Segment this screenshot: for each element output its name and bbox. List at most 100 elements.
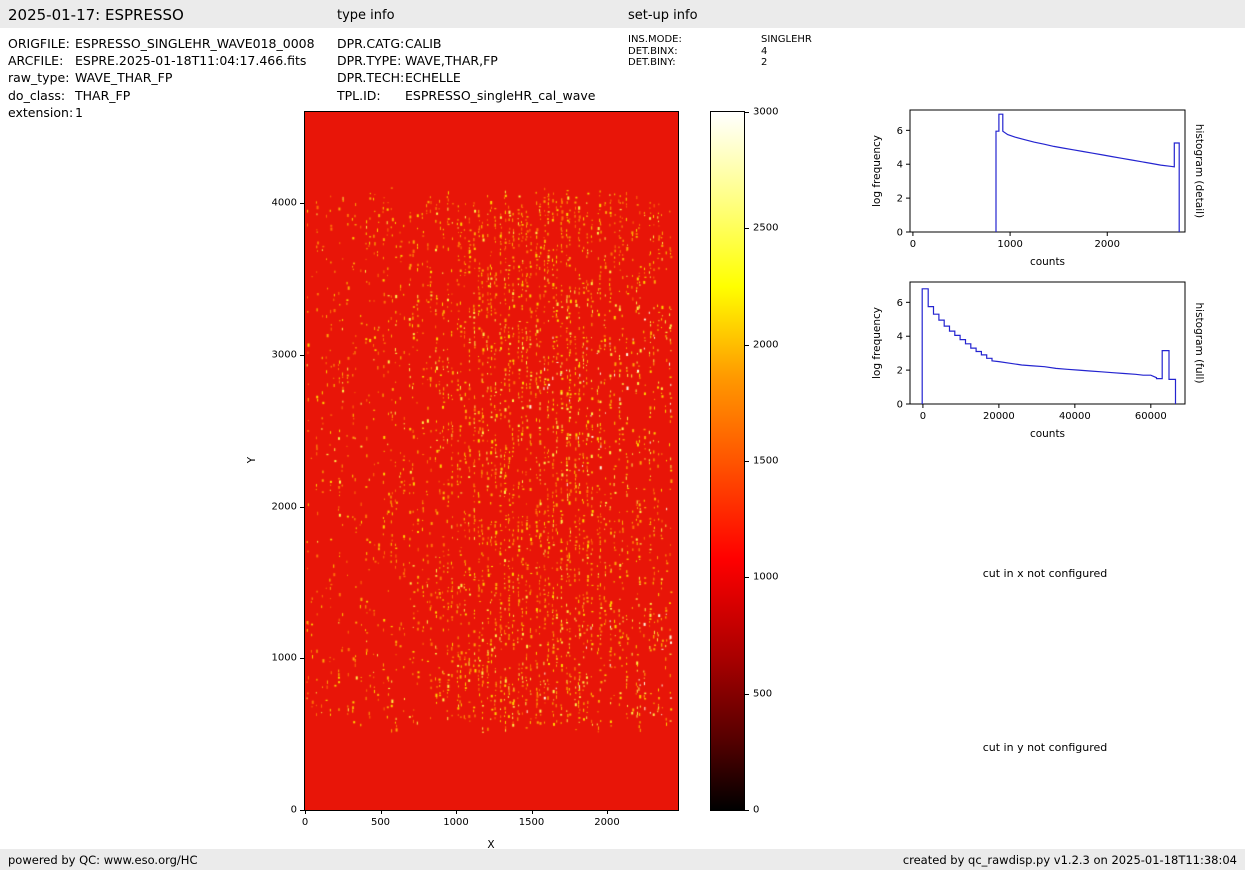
colorbar-tick — [745, 345, 749, 346]
right-axis-label: histogram (full) — [1193, 303, 1205, 384]
x-tick-label: 60000 — [1135, 411, 1167, 422]
meta-value: CALIB — [405, 35, 442, 52]
colorbar-tick-label: 2500 — [753, 223, 778, 234]
footer-bar: powered by QC: www.eso.org/HC created by… — [0, 849, 1245, 870]
y-tick-label: 2 — [897, 194, 903, 205]
cut-in-x-message: cut in x not configured — [983, 567, 1108, 580]
meta-value: 4 — [761, 46, 767, 58]
plot-frame — [910, 282, 1185, 404]
histogram-line — [996, 114, 1179, 232]
meta-key: do_class: — [8, 87, 75, 104]
meta-row: ARCFILE:ESPRE.2025-01-18T11:04:17.466.fi… — [8, 52, 315, 69]
setup-info-metadata: INS.MODE:SINGLEHR DET.BINX:4 DET.BINY:2 — [628, 34, 812, 69]
meta-key: extension: — [8, 104, 75, 121]
y-tick-label: 6 — [897, 126, 903, 137]
detector-y-axis-label: Y — [246, 457, 258, 463]
meta-row: DET.BINX:4 — [628, 46, 812, 58]
y-axis-label: log frequency — [871, 135, 883, 207]
meta-value: WAVE_THAR_FP — [75, 69, 172, 86]
y-tick-label: 0 — [291, 805, 297, 816]
y-tick-label: 4 — [897, 332, 903, 343]
meta-key: DPR.TYPE: — [337, 52, 405, 69]
meta-row: DPR.TYPE:WAVE,THAR,FP — [337, 52, 595, 69]
x-tick-label: 1000 — [997, 239, 1022, 250]
meta-key: DET.BINY: — [628, 57, 761, 69]
histogram-detail-plot: 0 1000 2000 0 2 4 6 counts log frequency histogra… — [865, 100, 1210, 275]
x-tick-label: 0 — [910, 239, 916, 250]
meta-key: ARCFILE: — [8, 52, 75, 69]
plot-frame — [910, 110, 1185, 232]
x-tick-label: 0 — [302, 817, 308, 828]
x-axis-label: counts — [1030, 256, 1065, 268]
colorbar-tick — [745, 577, 749, 578]
meta-row: extension:1 — [8, 104, 315, 121]
colorbar-tick-label: 2000 — [753, 339, 778, 350]
y-tick-label: 4000 — [272, 198, 297, 209]
qc-report-page: 2025-01-17: ESPRESSO type info set-up in… — [0, 0, 1245, 870]
x-tick-label: 1000 — [443, 817, 468, 828]
y-tick-label: 2 — [897, 366, 903, 377]
x-axis-label: counts — [1030, 428, 1065, 440]
meta-row: DPR.TECH:ECHELLE — [337, 69, 595, 86]
colorbar-tick-label: 3000 — [753, 107, 778, 118]
meta-row: ORIGFILE:ESPRESSO_SINGLEHR_WAVE018_0008 — [8, 35, 315, 52]
meta-value: 2 — [761, 57, 767, 69]
meta-row: do_class:THAR_FP — [8, 87, 315, 104]
meta-key: INS.MODE: — [628, 34, 761, 46]
meta-value: 1 — [75, 104, 83, 121]
x-tick-label: 20000 — [983, 411, 1015, 422]
y-tick-label: 2000 — [272, 501, 297, 512]
meta-value: SINGLEHR — [761, 34, 812, 46]
y-axis-label: log frequency — [871, 307, 883, 379]
right-axis-label: histogram (detail) — [1193, 124, 1205, 218]
meta-row: TPL.ID:ESPRESSO_singleHR_cal_wave — [337, 87, 595, 104]
colorbar-tick-label: 1500 — [753, 456, 778, 467]
detector-raw-image-plot — [304, 111, 679, 811]
x-tick-label: 1500 — [519, 817, 544, 828]
colorbar-tick — [745, 228, 749, 229]
colorbar-tick — [745, 461, 749, 462]
colorbar — [710, 111, 745, 811]
meta-value: ECHELLE — [405, 69, 461, 86]
meta-row: INS.MODE:SINGLEHR — [628, 34, 812, 46]
colorbar-tick-label: 0 — [753, 805, 759, 816]
y-tick-label: 0 — [897, 400, 903, 411]
colorbar-gradient — [711, 112, 744, 810]
colorbar-tick-label: 1000 — [753, 572, 778, 583]
histogram-full-plot: 0 20000 40000 60000 0 2 4 6 counts log frequency h… — [865, 272, 1210, 447]
footer-powered-by: powered by QC: www.eso.org/HC — [8, 853, 197, 867]
x-tick-label: 0 — [920, 411, 926, 422]
type-info-metadata: DPR.CATG:CALIB DPR.TYPE:WAVE,THAR,FP DPR… — [337, 35, 595, 104]
meta-key: raw_type: — [8, 69, 75, 86]
meta-value: THAR_FP — [75, 87, 130, 104]
meta-value: ESPRESSO_SINGLEHR_WAVE018_0008 — [75, 35, 315, 52]
x-tick-label: 2000 — [1095, 239, 1120, 250]
file-metadata: ORIGFILE:ESPRESSO_SINGLEHR_WAVE018_0008 … — [8, 35, 315, 121]
colorbar-tick — [745, 112, 749, 113]
y-tick-label: 1000 — [272, 653, 297, 664]
meta-value: WAVE,THAR,FP — [405, 52, 498, 69]
y-tick-label: 4 — [897, 160, 903, 171]
y-tick-label: 3000 — [272, 349, 297, 360]
type-info-label: type info — [337, 8, 395, 23]
meta-value: ESPRESSO_singleHR_cal_wave — [405, 87, 595, 104]
colorbar-tick-label: 500 — [753, 688, 772, 699]
header-bar: 2025-01-17: ESPRESSO type info set-up in… — [0, 0, 1245, 28]
colorbar-tick — [745, 810, 749, 811]
y-tick-label: 6 — [897, 298, 903, 309]
meta-row: raw_type:WAVE_THAR_FP — [8, 69, 315, 86]
footer-created-by: created by qc_rawdisp.py v1.2.3 on 2025-… — [903, 853, 1237, 867]
meta-value: ESPRE.2025-01-18T11:04:17.466.fits — [75, 52, 306, 69]
meta-key: ORIGFILE: — [8, 35, 75, 52]
x-tick-label: 40000 — [1059, 411, 1091, 422]
x-tick-label: 500 — [371, 817, 390, 828]
meta-key: DPR.TECH: — [337, 69, 405, 86]
meta-key: DET.BINX: — [628, 46, 761, 58]
meta-row: DET.BINY:2 — [628, 57, 812, 69]
meta-row: DPR.CATG:CALIB — [337, 35, 595, 52]
detector-raw-image — [305, 112, 678, 810]
page-title: 2025-01-17: ESPRESSO — [8, 6, 184, 24]
x-tick-label: 2000 — [594, 817, 619, 828]
colorbar-tick — [745, 694, 749, 695]
y-tick-label: 0 — [897, 228, 903, 239]
